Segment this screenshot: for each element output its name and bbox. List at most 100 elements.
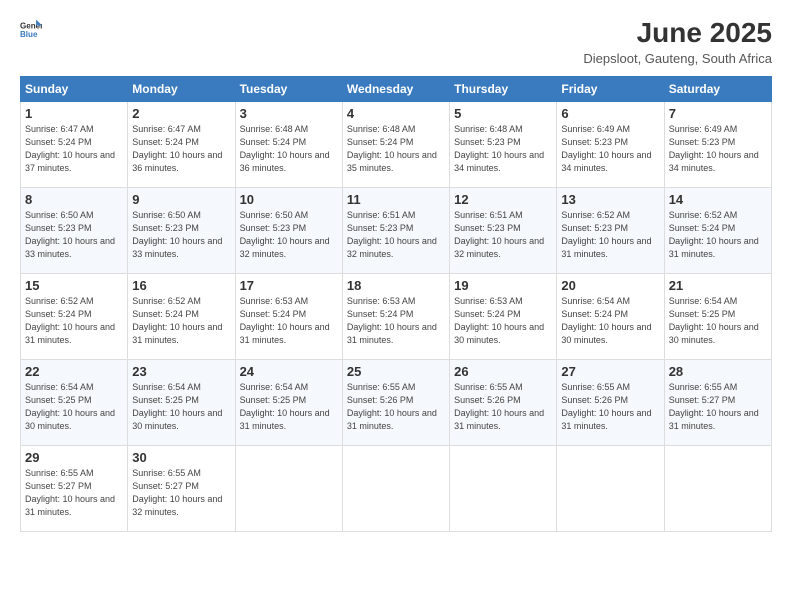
day-info: Sunrise: 6:54 AMSunset: 5:25 PMDaylight:…: [25, 382, 115, 431]
calendar-cell: 25 Sunrise: 6:55 AMSunset: 5:26 PMDaylig…: [342, 359, 449, 445]
col-saturday: Saturday: [664, 76, 771, 101]
day-number: 12: [454, 192, 552, 207]
day-info: Sunrise: 6:50 AMSunset: 5:23 PMDaylight:…: [240, 210, 330, 259]
calendar-week-row: 29 Sunrise: 6:55 AMSunset: 5:27 PMDaylig…: [21, 445, 772, 531]
calendar-cell: 19 Sunrise: 6:53 AMSunset: 5:24 PMDaylig…: [450, 273, 557, 359]
day-info: Sunrise: 6:54 AMSunset: 5:24 PMDaylight:…: [561, 296, 651, 345]
day-info: Sunrise: 6:55 AMSunset: 5:27 PMDaylight:…: [132, 468, 222, 517]
calendar-cell: 3 Sunrise: 6:48 AMSunset: 5:24 PMDayligh…: [235, 101, 342, 187]
calendar-cell: [342, 445, 449, 531]
calendar-body: 1 Sunrise: 6:47 AMSunset: 5:24 PMDayligh…: [21, 101, 772, 531]
day-number: 26: [454, 364, 552, 379]
day-info: Sunrise: 6:48 AMSunset: 5:24 PMDaylight:…: [240, 124, 330, 173]
day-number: 5: [454, 106, 552, 121]
day-info: Sunrise: 6:49 AMSunset: 5:23 PMDaylight:…: [669, 124, 759, 173]
day-number: 10: [240, 192, 338, 207]
col-friday: Friday: [557, 76, 664, 101]
day-info: Sunrise: 6:55 AMSunset: 5:27 PMDaylight:…: [25, 468, 115, 517]
calendar-cell: 30 Sunrise: 6:55 AMSunset: 5:27 PMDaylig…: [128, 445, 235, 531]
day-info: Sunrise: 6:52 AMSunset: 5:24 PMDaylight:…: [132, 296, 222, 345]
day-number: 11: [347, 192, 445, 207]
calendar-cell: 11 Sunrise: 6:51 AMSunset: 5:23 PMDaylig…: [342, 187, 449, 273]
main-title: June 2025: [583, 18, 772, 49]
calendar-cell: 8 Sunrise: 6:50 AMSunset: 5:23 PMDayligh…: [21, 187, 128, 273]
header-row: Sunday Monday Tuesday Wednesday Thursday…: [21, 76, 772, 101]
day-number: 23: [132, 364, 230, 379]
svg-text:Blue: Blue: [20, 30, 38, 39]
day-info: Sunrise: 6:53 AMSunset: 5:24 PMDaylight:…: [454, 296, 544, 345]
day-info: Sunrise: 6:54 AMSunset: 5:25 PMDaylight:…: [669, 296, 759, 345]
day-info: Sunrise: 6:50 AMSunset: 5:23 PMDaylight:…: [25, 210, 115, 259]
day-number: 8: [25, 192, 123, 207]
day-number: 28: [669, 364, 767, 379]
day-number: 27: [561, 364, 659, 379]
day-info: Sunrise: 6:55 AMSunset: 5:26 PMDaylight:…: [347, 382, 437, 431]
day-number: 19: [454, 278, 552, 293]
day-info: Sunrise: 6:55 AMSunset: 5:27 PMDaylight:…: [669, 382, 759, 431]
calendar-cell: 5 Sunrise: 6:48 AMSunset: 5:23 PMDayligh…: [450, 101, 557, 187]
day-number: 25: [347, 364, 445, 379]
day-number: 2: [132, 106, 230, 121]
calendar-cell: 1 Sunrise: 6:47 AMSunset: 5:24 PMDayligh…: [21, 101, 128, 187]
calendar-cell: 28 Sunrise: 6:55 AMSunset: 5:27 PMDaylig…: [664, 359, 771, 445]
header: General Blue June 2025 Diepsloot, Gauten…: [20, 18, 772, 66]
calendar-cell: 7 Sunrise: 6:49 AMSunset: 5:23 PMDayligh…: [664, 101, 771, 187]
calendar-cell: 23 Sunrise: 6:54 AMSunset: 5:25 PMDaylig…: [128, 359, 235, 445]
day-number: 24: [240, 364, 338, 379]
day-number: 20: [561, 278, 659, 293]
calendar-cell: 21 Sunrise: 6:54 AMSunset: 5:25 PMDaylig…: [664, 273, 771, 359]
day-info: Sunrise: 6:52 AMSunset: 5:23 PMDaylight:…: [561, 210, 651, 259]
day-info: Sunrise: 6:53 AMSunset: 5:24 PMDaylight:…: [240, 296, 330, 345]
calendar-cell: 13 Sunrise: 6:52 AMSunset: 5:23 PMDaylig…: [557, 187, 664, 273]
day-info: Sunrise: 6:50 AMSunset: 5:23 PMDaylight:…: [132, 210, 222, 259]
calendar-cell: 14 Sunrise: 6:52 AMSunset: 5:24 PMDaylig…: [664, 187, 771, 273]
day-number: 21: [669, 278, 767, 293]
day-number: 9: [132, 192, 230, 207]
calendar-cell: 10 Sunrise: 6:50 AMSunset: 5:23 PMDaylig…: [235, 187, 342, 273]
calendar-cell: 4 Sunrise: 6:48 AMSunset: 5:24 PMDayligh…: [342, 101, 449, 187]
calendar-cell: [557, 445, 664, 531]
day-info: Sunrise: 6:52 AMSunset: 5:24 PMDaylight:…: [25, 296, 115, 345]
day-number: 17: [240, 278, 338, 293]
subtitle: Diepsloot, Gauteng, South Africa: [583, 51, 772, 66]
page: General Blue June 2025 Diepsloot, Gauten…: [0, 0, 792, 612]
calendar-week-row: 22 Sunrise: 6:54 AMSunset: 5:25 PMDaylig…: [21, 359, 772, 445]
col-sunday: Sunday: [21, 76, 128, 101]
day-info: Sunrise: 6:55 AMSunset: 5:26 PMDaylight:…: [561, 382, 651, 431]
calendar-cell: 9 Sunrise: 6:50 AMSunset: 5:23 PMDayligh…: [128, 187, 235, 273]
col-monday: Monday: [128, 76, 235, 101]
day-info: Sunrise: 6:55 AMSunset: 5:26 PMDaylight:…: [454, 382, 544, 431]
calendar-cell: 26 Sunrise: 6:55 AMSunset: 5:26 PMDaylig…: [450, 359, 557, 445]
calendar-cell: 29 Sunrise: 6:55 AMSunset: 5:27 PMDaylig…: [21, 445, 128, 531]
day-number: 3: [240, 106, 338, 121]
calendar-cell: 17 Sunrise: 6:53 AMSunset: 5:24 PMDaylig…: [235, 273, 342, 359]
calendar-cell: 2 Sunrise: 6:47 AMSunset: 5:24 PMDayligh…: [128, 101, 235, 187]
day-info: Sunrise: 6:48 AMSunset: 5:23 PMDaylight:…: [454, 124, 544, 173]
day-number: 7: [669, 106, 767, 121]
day-info: Sunrise: 6:49 AMSunset: 5:23 PMDaylight:…: [561, 124, 651, 173]
day-number: 13: [561, 192, 659, 207]
calendar-cell: 18 Sunrise: 6:53 AMSunset: 5:24 PMDaylig…: [342, 273, 449, 359]
calendar-cell: 22 Sunrise: 6:54 AMSunset: 5:25 PMDaylig…: [21, 359, 128, 445]
calendar-week-row: 1 Sunrise: 6:47 AMSunset: 5:24 PMDayligh…: [21, 101, 772, 187]
day-info: Sunrise: 6:54 AMSunset: 5:25 PMDaylight:…: [132, 382, 222, 431]
calendar-cell: 27 Sunrise: 6:55 AMSunset: 5:26 PMDaylig…: [557, 359, 664, 445]
day-info: Sunrise: 6:47 AMSunset: 5:24 PMDaylight:…: [132, 124, 222, 173]
calendar-table: Sunday Monday Tuesday Wednesday Thursday…: [20, 76, 772, 532]
day-number: 16: [132, 278, 230, 293]
day-number: 4: [347, 106, 445, 121]
title-block: June 2025 Diepsloot, Gauteng, South Afri…: [583, 18, 772, 66]
col-thursday: Thursday: [450, 76, 557, 101]
calendar-cell: 20 Sunrise: 6:54 AMSunset: 5:24 PMDaylig…: [557, 273, 664, 359]
calendar-week-row: 15 Sunrise: 6:52 AMSunset: 5:24 PMDaylig…: [21, 273, 772, 359]
day-number: 15: [25, 278, 123, 293]
calendar-cell: [450, 445, 557, 531]
calendar-cell: [235, 445, 342, 531]
calendar-week-row: 8 Sunrise: 6:50 AMSunset: 5:23 PMDayligh…: [21, 187, 772, 273]
day-number: 14: [669, 192, 767, 207]
day-info: Sunrise: 6:52 AMSunset: 5:24 PMDaylight:…: [669, 210, 759, 259]
day-info: Sunrise: 6:47 AMSunset: 5:24 PMDaylight:…: [25, 124, 115, 173]
logo: General Blue: [20, 18, 42, 40]
day-number: 22: [25, 364, 123, 379]
calendar-cell: 12 Sunrise: 6:51 AMSunset: 5:23 PMDaylig…: [450, 187, 557, 273]
